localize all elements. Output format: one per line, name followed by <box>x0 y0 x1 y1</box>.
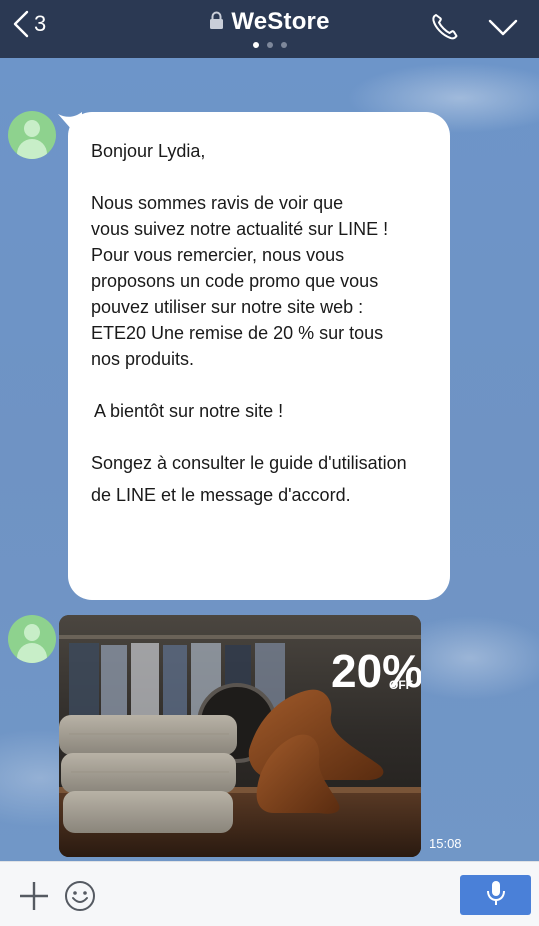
phone-icon[interactable] <box>430 12 460 47</box>
chat-title-text: WeStore <box>231 8 330 35</box>
message-line: Bonjour Lydia, <box>91 141 206 161</box>
message-line: proposons un code promo que vous <box>91 271 379 291</box>
message-line: A bientôt sur notre site ! <box>94 401 284 421</box>
image-message[interactable]: 20% OFF <box>59 615 421 857</box>
message-composer <box>0 861 539 926</box>
page-dot <box>280 42 287 48</box>
sender-avatar[interactable] <box>8 111 56 159</box>
message-line: Nous sommes ravis de voir que <box>91 193 344 213</box>
page-dot <box>252 42 259 48</box>
microphone-icon <box>486 880 506 911</box>
microphone-button[interactable] <box>460 875 531 915</box>
page-dot <box>266 42 273 48</box>
message-line: Songez à consulter le guide d'utilisatio… <box>91 453 407 473</box>
message-line: nos produits. <box>91 349 195 369</box>
message-line: de LINE et le message d'accord. <box>91 485 351 505</box>
message-line: vous suivez notre actualité sur LINE ! <box>91 219 389 239</box>
message-time: 15:08 <box>429 836 462 851</box>
text-message-bubble[interactable]: Bonjour Lydia, Nous sommes ravis de voir… <box>68 112 450 600</box>
smiley-icon[interactable] <box>64 880 96 917</box>
message-input[interactable] <box>106 878 446 912</box>
chat-header: 3 WeStore <box>0 0 539 58</box>
discount-badge-suffix: OFF <box>389 678 413 692</box>
message-line: ETE20 Une remise de 20 % sur tous <box>91 323 384 343</box>
chevron-down-icon[interactable] <box>487 16 519 43</box>
promo-image: 20% OFF <box>59 615 421 857</box>
lock-icon <box>209 8 224 36</box>
chat-title: WeStore <box>209 8 329 36</box>
message-line: Pour vous remercier, nous vous <box>91 245 345 265</box>
plus-icon[interactable] <box>18 880 50 917</box>
sender-avatar[interactable] <box>8 615 56 663</box>
message-line: pouvez utiliser sur notre site web : <box>91 297 364 317</box>
chat-area[interactable]: Bonjour Lydia, Nous sommes ravis de voir… <box>0 58 539 861</box>
